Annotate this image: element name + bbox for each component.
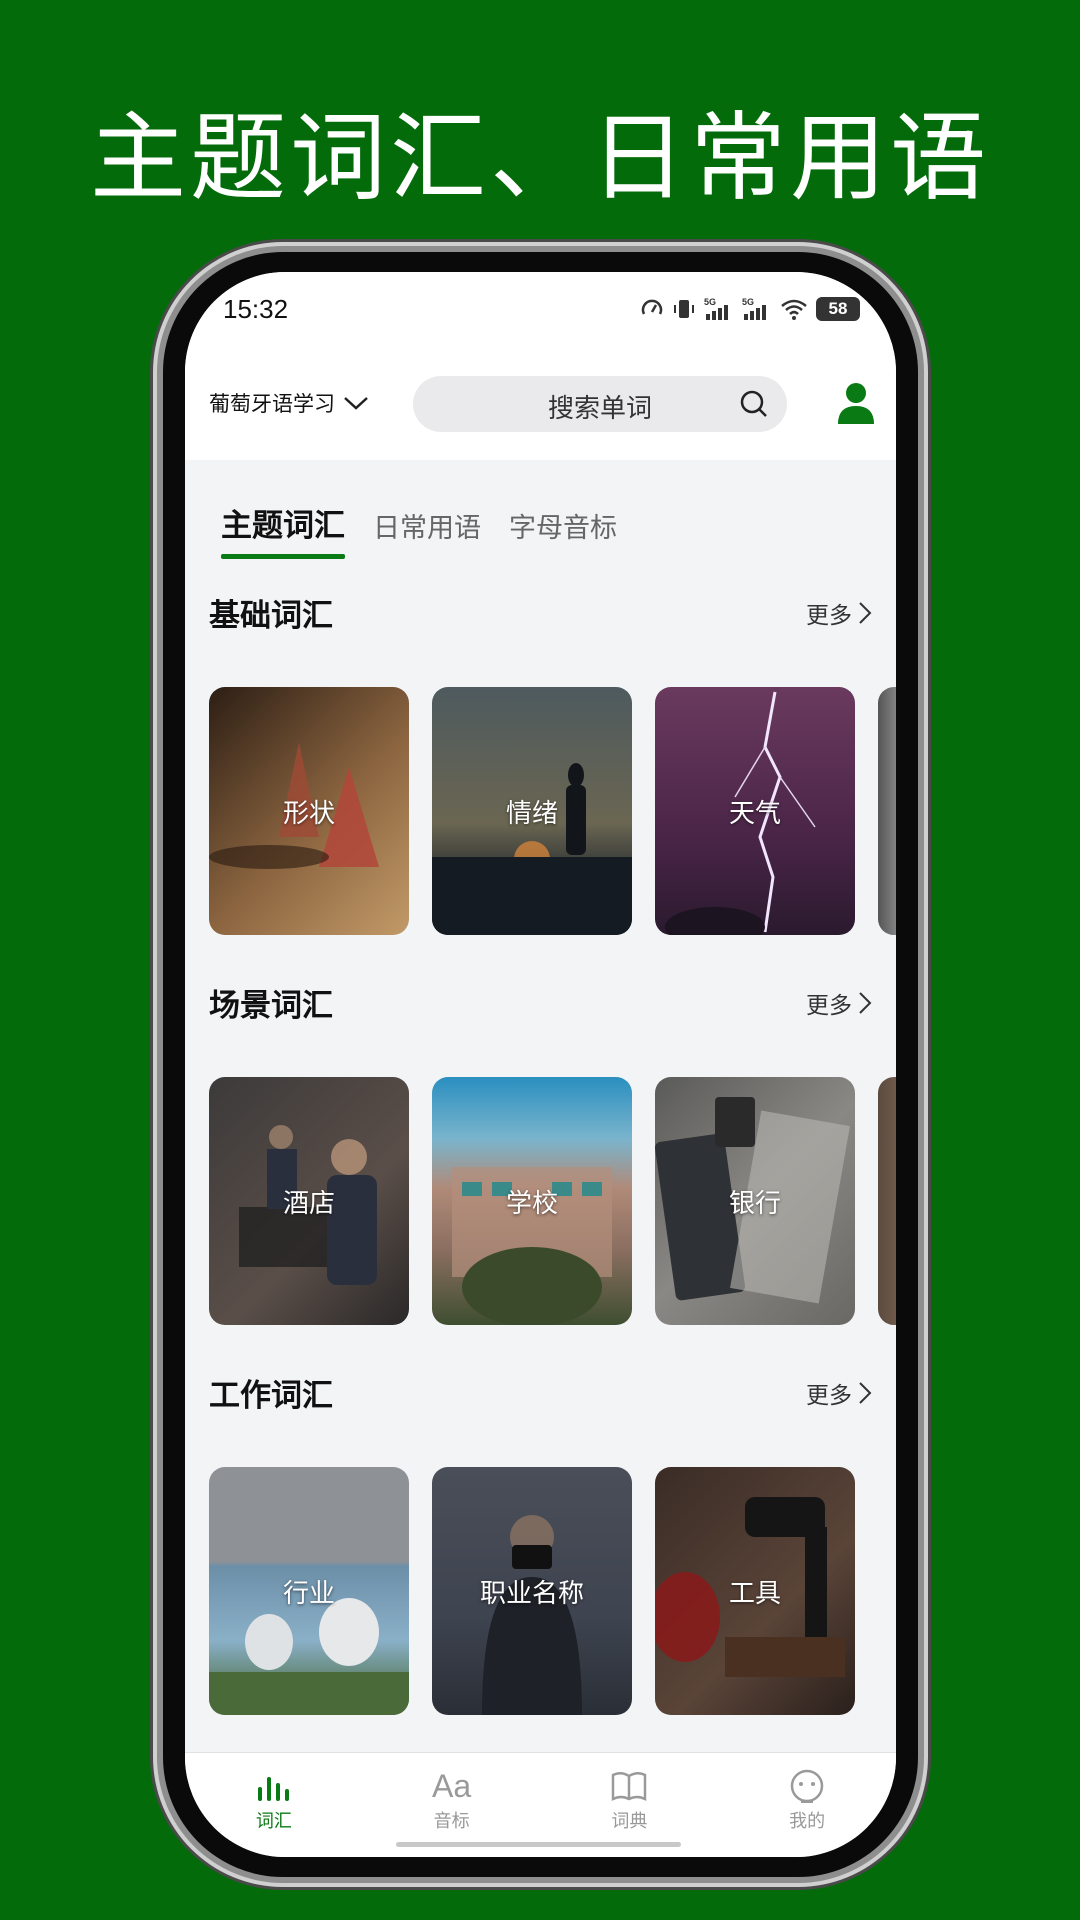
vocab-card-emotion[interactable]: 情绪 — [432, 687, 632, 935]
card-label: 学校 — [505, 1189, 558, 1219]
more-label: 更多 — [806, 603, 852, 629]
card-label: 银行 — [728, 1189, 781, 1219]
chevron-down-icon — [344, 397, 368, 410]
tab-alphabet-phonetics[interactable]: 字母音标 — [509, 506, 617, 559]
signal-icon: 5G — [704, 297, 728, 320]
tab-daily-phrases[interactable]: 日常用语 — [373, 506, 481, 559]
section-title: 基础词汇 — [209, 598, 333, 634]
vibrate-icon — [674, 300, 694, 318]
status-icons: 5G 5G 58 — [640, 296, 860, 322]
section-basic-vocabulary: 基础词汇 更多 — [209, 590, 872, 634]
tab-topic-vocabulary[interactable]: 主题词汇 — [221, 500, 345, 559]
status-time: 15:32 — [223, 294, 289, 324]
nav-vocabulary[interactable]: 词汇 — [185, 1753, 363, 1857]
more-link[interactable]: 更多 — [806, 596, 872, 630]
card-row-work: 行业 职业名称 工具 — [209, 1467, 896, 1715]
card-row-basic: 形状 情绪 天气 — [209, 687, 896, 935]
vocab-card-industry[interactable]: 行业 — [209, 1467, 409, 1715]
promo-title: 主题词汇、日常用语 — [90, 102, 990, 214]
card-label: 酒店 — [282, 1189, 335, 1219]
nav-label: 词汇 — [255, 1811, 292, 1832]
book-icon — [612, 1772, 647, 1802]
svg-text:5G: 5G — [742, 297, 754, 307]
card-label: 行业 — [282, 1579, 335, 1609]
card-label: 情绪 — [505, 799, 558, 829]
section-title: 场景词汇 — [209, 988, 333, 1024]
vocab-card-school[interactable]: 学校 — [432, 1077, 632, 1325]
vocab-card-job-title[interactable]: 职业名称 — [432, 1467, 632, 1715]
more-link[interactable]: 更多 — [806, 986, 872, 1020]
nav-label: 词典 — [611, 1811, 648, 1832]
home-indicator[interactable] — [396, 1842, 681, 1847]
phone-frame: 15:32 5G 5G 58 葡萄牙语学习 搜索单词 主题词汇 日常用语 字母音… — [163, 252, 918, 1877]
chevron-right-icon — [859, 602, 872, 624]
card-row-scene: 酒店 学校 银行 — [209, 1077, 896, 1325]
vocab-card-tools[interactable]: 工具 — [655, 1467, 855, 1715]
chevron-right-icon — [859, 992, 872, 1014]
vocab-card-next[interactable] — [878, 687, 896, 935]
signal-icon-2: 5G — [742, 297, 766, 320]
svg-text:5G: 5G — [704, 297, 716, 307]
app-screen: 15:32 5G 5G 58 葡萄牙语学习 搜索单词 主题词汇 日常用语 字母音… — [185, 272, 896, 1857]
battery-indicator: 58 — [816, 297, 860, 321]
search-input[interactable]: 搜索单词 — [413, 376, 787, 432]
nav-label: 我的 — [789, 1811, 826, 1832]
nav-label: 音标 — [433, 1811, 470, 1832]
search-icon[interactable] — [739, 389, 769, 419]
more-link[interactable]: 更多 — [806, 1376, 872, 1410]
vocab-card-hotel[interactable]: 酒店 — [209, 1077, 409, 1325]
section-title: 工作词汇 — [209, 1378, 333, 1414]
language-label: 葡萄牙语学习 — [209, 392, 335, 416]
section-scene-vocabulary: 场景词汇 更多 — [209, 980, 872, 1024]
user-icon[interactable] — [836, 382, 876, 424]
more-label: 更多 — [806, 1383, 852, 1409]
card-label: 形状 — [282, 799, 335, 829]
vocab-card-weather[interactable]: 天气 — [655, 687, 855, 935]
section-work-vocabulary: 工作词汇 更多 — [209, 1370, 872, 1414]
aa-icon: Aa — [432, 1768, 472, 1804]
face-icon — [790, 1769, 824, 1803]
chevron-right-icon — [859, 1382, 872, 1404]
language-selector[interactable]: 葡萄牙语学习 — [209, 388, 369, 418]
bars-icon — [257, 1777, 289, 1801]
category-tabs: 主题词汇 日常用语 字母音标 — [221, 500, 617, 559]
card-label: 天气 — [728, 799, 781, 829]
vocab-card-shape[interactable]: 形状 — [209, 687, 409, 935]
wifi-icon — [781, 299, 807, 320]
speed-icon — [641, 299, 663, 315]
vocab-card-bank[interactable]: 银行 — [655, 1077, 855, 1325]
nav-profile[interactable]: 我的 — [718, 1753, 896, 1857]
vocab-card-next[interactable] — [878, 1077, 896, 1325]
more-label: 更多 — [806, 993, 852, 1019]
search-placeholder: 搜索单词 — [547, 394, 652, 424]
card-label: 工具 — [728, 1579, 781, 1609]
card-label: 职业名称 — [479, 1579, 584, 1609]
status-bar: 15:32 5G 5G 58 — [185, 272, 896, 352]
top-app-bar: 葡萄牙语学习 搜索单词 — [185, 352, 896, 460]
